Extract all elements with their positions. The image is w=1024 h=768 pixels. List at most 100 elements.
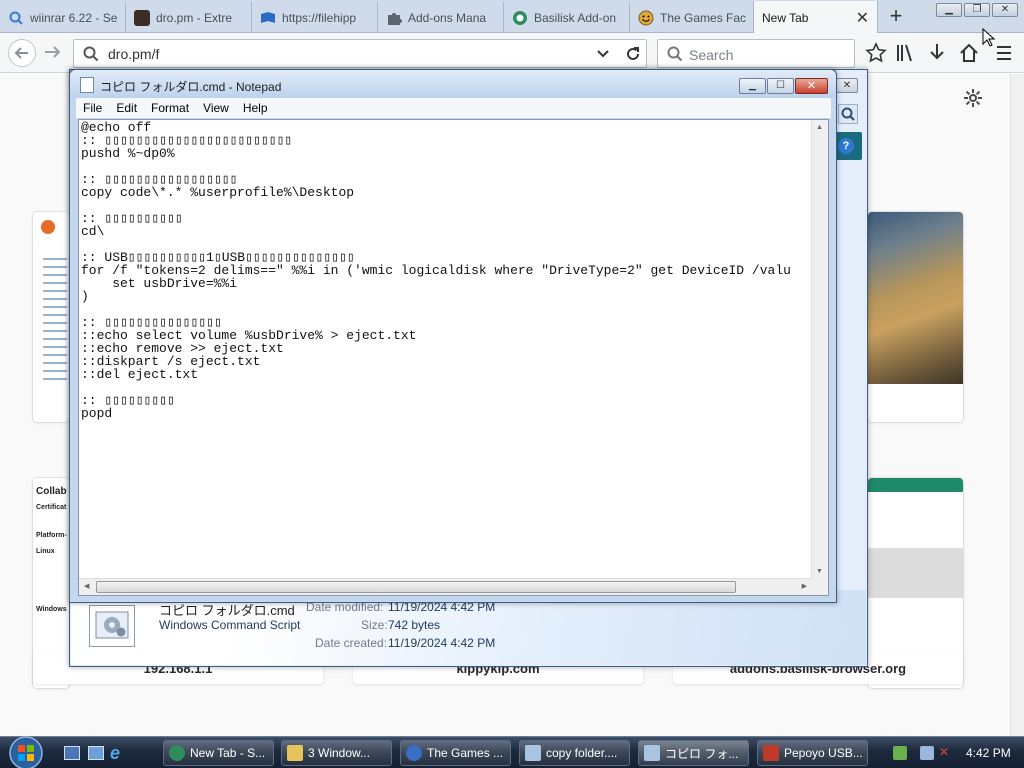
size-value: 742 bytes (388, 618, 441, 632)
top-site-tile[interactable] (868, 212, 963, 422)
search-bar[interactable]: Search (657, 39, 855, 68)
notepad-title: コピロ フォルダロ.cmd - Notepad (100, 80, 282, 94)
minimize-button[interactable]: ▁ (936, 3, 962, 17)
taskbar-button-pepoyo[interactable]: Pepoyo USB... (757, 740, 868, 766)
taskbar-button-copy-folder[interactable]: copy folder.... (519, 740, 630, 766)
menu-view[interactable]: View (196, 101, 236, 115)
scroll-down-arrow[interactable]: ▼ (816, 568, 823, 575)
internet-explorer-icon[interactable]: e (110, 744, 128, 762)
search-icon (83, 46, 99, 62)
close-tab-icon[interactable]: ✕ (856, 8, 869, 28)
menu-icon[interactable] (993, 42, 1015, 64)
snippet-line: Linux (36, 548, 55, 555)
tab-wiinrar[interactable]: wiinrar 6.22 - Se (0, 2, 126, 33)
tab-new-tab[interactable]: New Tab ✕ (753, 1, 878, 34)
taskbar-label: copy folder.... (546, 746, 618, 760)
notepad-editor[interactable]: @echo off :: ▯▯▯▯▯▯▯▯▯▯▯▯▯▯▯▯▯▯▯▯▯▯▯▯ pu… (78, 119, 829, 596)
snippet-line: Windows (36, 606, 67, 613)
tab-basilisk-addons[interactable]: Basilisk Add-on (504, 2, 630, 33)
home-icon[interactable] (958, 42, 980, 64)
date-created-label: Date created: (315, 636, 388, 650)
basilisk-icon (512, 10, 528, 26)
tab-label: New Tab (762, 10, 809, 25)
menu-help[interactable]: Help (236, 101, 275, 115)
explorer-close-button[interactable]: ✕ (836, 78, 858, 93)
size-grip[interactable] (811, 578, 828, 595)
tab-addons-manager[interactable]: Add-ons Mana (378, 2, 504, 33)
scroll-right-arrow[interactable]: ▶ (802, 582, 807, 590)
menu-format[interactable]: Format (144, 101, 196, 115)
tray-network-icon[interactable] (893, 746, 907, 760)
new-tab-button[interactable]: + (885, 5, 907, 28)
explorer-search-icon[interactable] (838, 104, 858, 124)
landscape-image (868, 212, 963, 384)
settings-gear-icon[interactable] (963, 88, 983, 108)
close-window-button[interactable]: ✕ (992, 3, 1018, 17)
size-label: Size: (361, 618, 388, 632)
scroll-left-arrow[interactable]: ◀ (84, 582, 89, 590)
tray-volume-muted-icon[interactable]: ✕ (939, 745, 955, 761)
smiley-icon (638, 10, 654, 26)
taskbar-label: コピロ フォ... (665, 746, 739, 761)
menu-edit[interactable]: Edit (109, 101, 144, 115)
tab-label: dro.pm - Extre (156, 10, 233, 25)
puzzle-icon (386, 10, 402, 26)
taskbar-label: Pepoyo USB... (784, 746, 863, 760)
notepad-maximize-button[interactable]: ☐ (767, 78, 794, 94)
arrow-left-icon (14, 47, 28, 59)
basilisk-icon (169, 745, 185, 761)
forward-button[interactable] (42, 41, 66, 65)
notepad-icon (525, 745, 541, 761)
tab-strip: wiinrar 6.22 - Se dro.pm - Extre https:/… (0, 0, 1024, 34)
notepad-icon (80, 77, 94, 93)
search-placeholder: Search (689, 47, 734, 63)
reload-icon[interactable] (624, 45, 642, 63)
notepad-icon (644, 745, 660, 761)
tgf-icon (406, 745, 422, 761)
page-scrollbar[interactable] (1010, 74, 1024, 736)
tab-games-factory[interactable]: The Games Fac (630, 2, 754, 33)
search-icon (8, 10, 24, 26)
back-button[interactable] (8, 39, 36, 67)
show-desktop-icon[interactable] (64, 746, 80, 760)
top-site-tile[interactable] (33, 212, 69, 422)
taskbar-label: New Tab - S... (190, 746, 266, 760)
download-icon[interactable] (926, 42, 948, 64)
taskbar-button-games[interactable]: The Games ... (400, 740, 511, 766)
snippet-line: Platform- (36, 532, 67, 539)
horizontal-scroll-thumb[interactable] (96, 581, 736, 593)
url-text: dro.pm/f (108, 45, 160, 62)
snippet-title: Collab (36, 486, 67, 497)
dropdown-icon[interactable] (596, 47, 610, 61)
notepad-title-bar[interactable]: コピロ フォルダロ.cmd - Notepad ▁ ☐ ✕ (70, 70, 836, 98)
scroll-up-arrow[interactable]: ▲ (816, 124, 823, 131)
taskbar-button-notepad[interactable]: コピロ フォ... (638, 740, 749, 766)
navigation-bar: dro.pm/f Search (0, 33, 1024, 73)
notepad-minimize-button[interactable]: ▁ (739, 78, 766, 94)
menu-file[interactable]: File (76, 101, 109, 115)
bookmark-star-icon[interactable] (865, 42, 887, 64)
tile-gray-block (868, 548, 963, 598)
file-type: Windows Command Script (159, 618, 301, 632)
restore-button[interactable]: ❐ (964, 3, 990, 17)
taskbar-button-windows[interactable]: 3 Window... (281, 740, 392, 766)
app-icon (763, 745, 779, 761)
tab-filehippo[interactable]: https://filehipp (252, 2, 378, 33)
url-bar[interactable]: dro.pm/f (73, 39, 647, 68)
horizontal-scrollbar[interactable]: ◀ ▶ (79, 578, 812, 595)
library-icon[interactable] (894, 42, 916, 64)
tray-action-center-icon[interactable] (920, 746, 934, 760)
taskbar-label: 3 Window... (308, 746, 371, 760)
tile-thumbnail-lines (43, 252, 67, 382)
notepad-close-button[interactable]: ✕ (795, 78, 828, 94)
taskbar: e New Tab - S... 3 Window... The Games .… (0, 736, 1024, 768)
tab-dro-pm[interactable]: dro.pm - Extre (126, 2, 252, 33)
notepad-window: コピロ フォルダロ.cmd - Notepad ▁ ☐ ✕ File Edit … (69, 69, 837, 603)
notepad-text[interactable]: @echo off :: ▯▯▯▯▯▯▯▯▯▯▯▯▯▯▯▯▯▯▯▯▯▯▯▯ pu… (81, 121, 809, 576)
taskbar-button-new-tab[interactable]: New Tab - S... (163, 740, 274, 766)
tile-green-header (868, 478, 963, 492)
start-button[interactable] (4, 733, 48, 768)
taskbar-clock[interactable]: 4:42 PM (966, 746, 1011, 760)
switch-windows-icon[interactable] (88, 746, 104, 760)
vertical-scrollbar[interactable]: ▲ ▼ (811, 120, 828, 579)
